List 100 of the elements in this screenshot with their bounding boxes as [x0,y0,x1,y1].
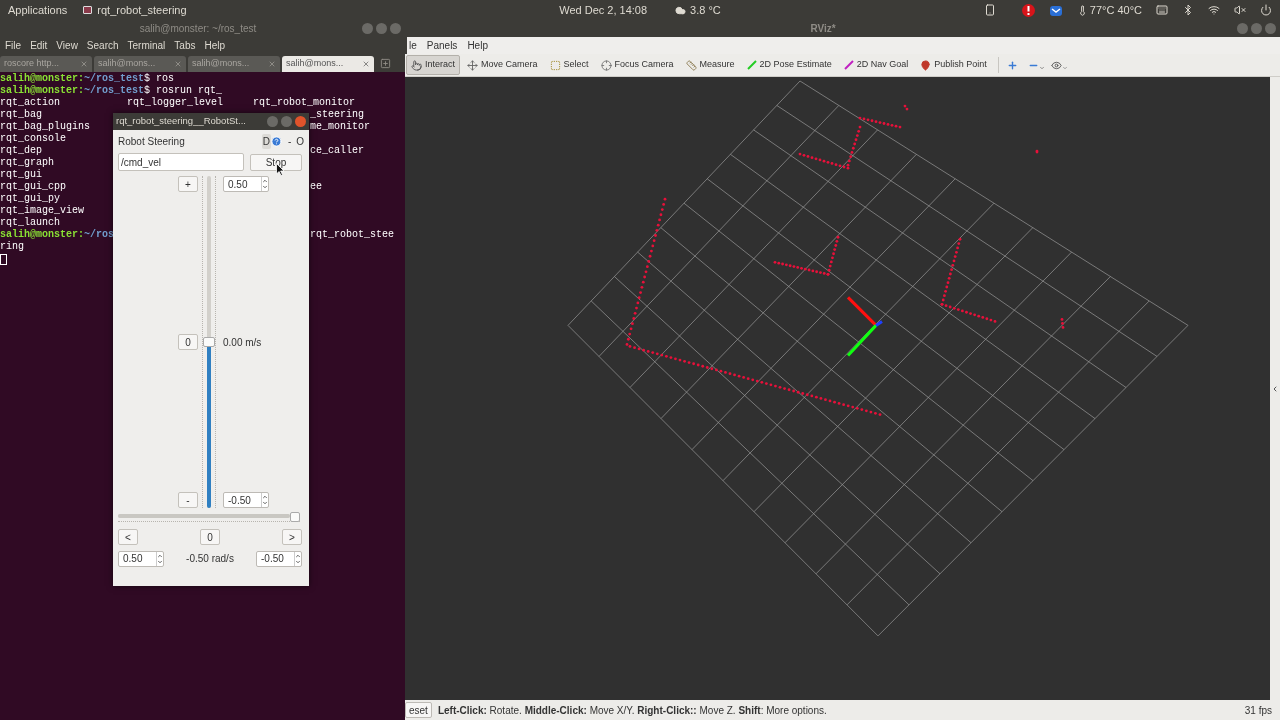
text-cursor [0,253,7,265]
menu-item[interactable]: Help [204,38,226,53]
step-button[interactable]: < [118,529,138,545]
menu-item[interactable]: le [409,38,417,53]
volume-muted-icon[interactable] [1234,4,1246,16]
menu-item[interactable]: View [56,38,78,53]
terminal-text: ee [310,181,322,193]
tool-button[interactable]: Measure [680,55,740,75]
bluetooth-icon[interactable] [1182,4,1194,16]
move-arrows-icon [467,59,478,71]
spin-box[interactable]: 0.50 [223,176,269,192]
turn-reading: -0.50 rad/s [186,552,234,566]
spin-box[interactable]: 0.50 [118,550,164,567]
step-button[interactable]: > [282,529,302,545]
spin-arrows-icon [294,551,301,566]
stop-button[interactable]: Stop [250,153,302,171]
tool-button[interactable]: Move Camera [462,55,543,75]
step-button[interactable]: 0 [200,529,220,545]
prompt-line: salih@monster:~/ros_test$ rosrun rqt_ [0,85,223,97]
phone-icon[interactable] [983,4,996,16]
close-tab-icon[interactable] [268,60,276,68]
alert-icon[interactable] [1021,3,1035,17]
spin-arrows-icon [156,551,163,566]
power-icon[interactable] [1260,4,1272,16]
dock-button[interactable]: D [261,133,271,149]
status-hint: Left-Click: Rotate. Middle-Click: Move X/Y. Right-Click:: Move Z. Shift: More options. [437,703,828,718]
tool-button[interactable]: Focus Camera [595,55,679,75]
terminal-text: rqt_robot_stee [310,229,394,241]
tool-button[interactable]: 2D Nav Goal [838,55,914,75]
minimize-button[interactable] [362,23,373,34]
close-tab-icon[interactable] [362,60,370,68]
tool-button[interactable]: 2D Pose Estimate [741,55,837,75]
menu-item[interactable]: Help [467,38,488,53]
close-button[interactable] [1265,23,1276,34]
terminal-text: _steering [310,109,364,121]
terminal-tab[interactable]: salih@mons... [282,56,374,72]
menu-item[interactable]: Search [86,38,119,53]
close-tab-icon[interactable] [80,60,88,68]
menu-item[interactable]: Panels [426,38,458,53]
temperature-indicator[interactable]: 77°C 40°C [1076,1,1142,19]
tool-button[interactable]: Select [544,55,594,75]
close-tab-icon[interactable] [174,60,182,68]
terminal-text: rqt_logger_level [127,97,223,108]
ruler-icon [685,59,697,71]
tool-button[interactable]: Publish Point [915,55,992,75]
wifi-icon[interactable] [1208,4,1220,16]
maximize-button[interactable] [281,116,292,127]
slider-handle[interactable] [290,512,300,522]
help-icon[interactable] [270,135,282,147]
close-button[interactable] [295,116,306,127]
keyboard-icon[interactable] [1156,4,1168,16]
app-menu-button[interactable]: rqt_robot_steering [83,1,187,19]
terminal-text: rqt_launch [0,217,60,228]
spin-box[interactable]: -0.50 [256,550,302,567]
topic-field[interactable]: /cmd_vel [118,153,244,171]
axes-drawing [846,296,883,357]
mail-app-icon[interactable] [1048,3,1063,17]
close-button[interactable]: O [296,133,304,149]
terminal-text: rqt_gui_py [0,193,60,204]
step-button[interactable]: - [178,492,198,508]
terminal-text: rqt_dep [0,145,42,156]
menu-item[interactable]: Terminal [127,38,166,53]
menu-item[interactable]: File [5,38,22,53]
terminal-text: rqt_action [0,97,60,108]
clock[interactable]: Wed Dec 2, 14:08 [559,1,648,19]
tool-button[interactable]: Interact [406,55,460,75]
tab-label: roscore http... [4,57,60,71]
weather-indicator[interactable]: 3.8 °C [675,1,721,19]
maximize-button[interactable] [1251,23,1262,34]
view-options-icon[interactable] [1050,59,1068,71]
minimize-button[interactable]: - [287,133,292,149]
reset-button[interactable]: eset [405,702,432,718]
menu-item[interactable]: Tabs [174,38,196,53]
spin-arrows-icon [261,493,268,507]
add-tool-icon[interactable] [1006,59,1018,71]
step-button[interactable]: + [178,176,198,192]
close-button[interactable] [390,23,401,34]
tab-label: salih@mons... [192,57,250,71]
step-button[interactable]: 0 [178,334,198,350]
minimize-button[interactable] [1237,23,1248,34]
fps-counter: 31 fps [1244,703,1272,718]
minimize-button[interactable] [267,116,278,127]
menu-item[interactable]: Edit [30,38,48,53]
horizontal-slider[interactable] [118,512,300,524]
spin-box[interactable]: -0.50 [223,492,269,508]
hand-pointer-icon [411,59,422,71]
terminal-text: rqt_image_view [0,205,84,216]
terminal-text: rqt_gui [0,169,42,180]
tab-label: salih@mons... [98,57,156,71]
tab-label: salih@mons... [286,57,344,71]
terminal-text: rqt_bag_plugins [0,121,90,132]
window-title: rqt_robot_steering__RobotSt... [116,114,247,129]
terminal-text: rqt_robot_monitor [253,97,356,108]
slider-handle[interactable] [203,337,215,347]
applications-menu[interactable]: Applications [8,1,68,19]
maximize-button[interactable] [376,23,387,34]
new-tab-icon[interactable] [380,58,391,69]
speed-reading: 0.00 m/s [223,335,263,350]
terminal-text: rqt_bag [0,109,42,120]
spin-arrows-icon [261,177,268,191]
